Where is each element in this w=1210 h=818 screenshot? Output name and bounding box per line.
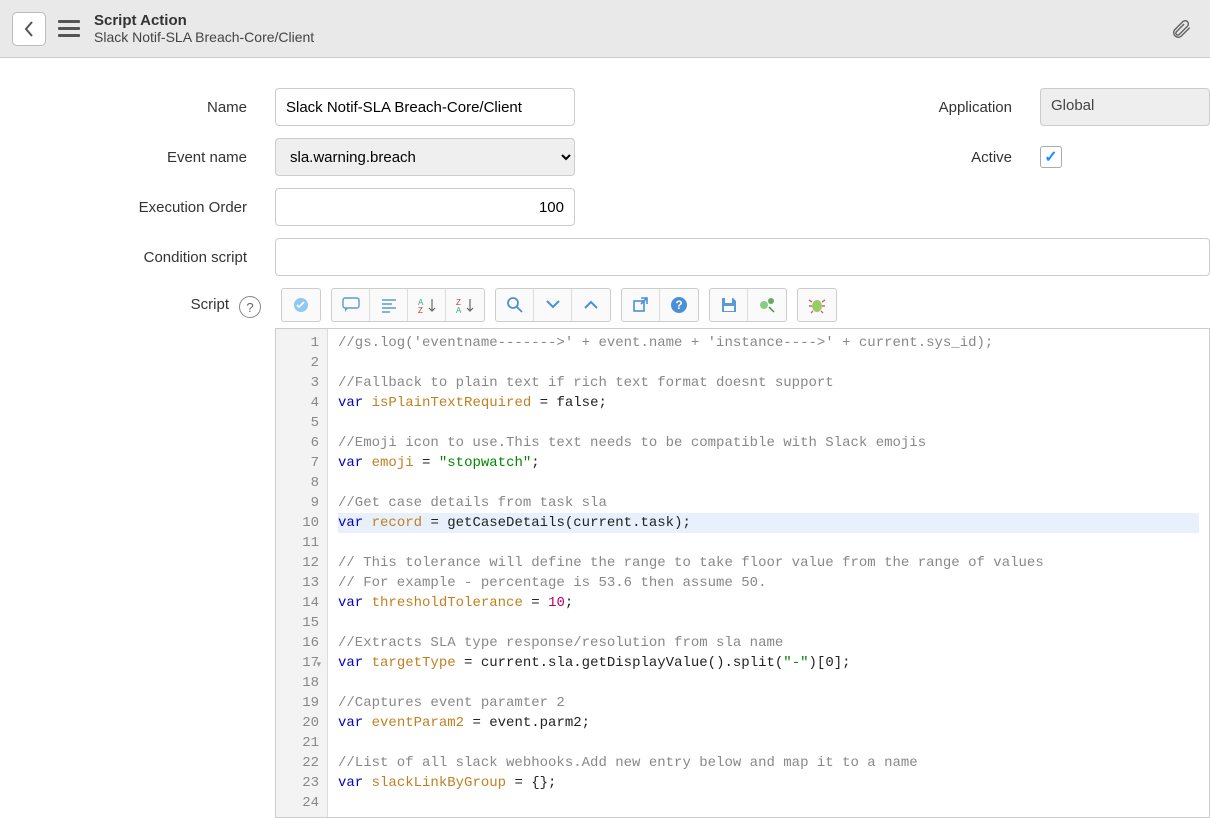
active-label: Active bbox=[575, 149, 1040, 166]
comment-button[interactable] bbox=[332, 289, 370, 321]
sort-asc-button[interactable]: AZ bbox=[408, 289, 446, 321]
save-icon bbox=[721, 297, 737, 313]
debug-icon bbox=[758, 296, 776, 314]
help-icon: ? bbox=[670, 296, 688, 314]
popout-button[interactable] bbox=[622, 289, 660, 321]
script-help-button[interactable]: ? bbox=[239, 296, 261, 318]
active-checkbox[interactable]: ✓ bbox=[1040, 146, 1062, 168]
syntax-check-button[interactable] bbox=[282, 289, 320, 321]
page-header: Script Action Slack Notif-SLA Breach-Cor… bbox=[0, 0, 1210, 58]
script-debug-button[interactable] bbox=[748, 289, 786, 321]
script-editor[interactable]: 1234567891011121314151617▾18192021222324… bbox=[275, 328, 1210, 818]
format-icon bbox=[380, 297, 398, 313]
event-name-select[interactable]: sla.warning.breach bbox=[275, 138, 575, 176]
editor-code[interactable]: //gs.log('eventname------->' + event.nam… bbox=[328, 329, 1209, 817]
event-name-label: Event name bbox=[0, 149, 275, 166]
record-name: Slack Notif-SLA Breach-Core/Client bbox=[94, 29, 1170, 45]
order-label: Execution Order bbox=[0, 199, 275, 216]
script-label: Script bbox=[191, 296, 229, 313]
name-input[interactable] bbox=[275, 88, 575, 126]
condition-label: Condition script bbox=[0, 249, 275, 266]
sort-za-icon: ZA bbox=[456, 297, 474, 313]
search-button[interactable] bbox=[496, 289, 534, 321]
editor-help-button[interactable]: ? bbox=[660, 289, 698, 321]
comment-icon bbox=[342, 297, 360, 313]
back-button[interactable] bbox=[12, 12, 46, 46]
trace-icon bbox=[808, 296, 826, 314]
svg-text:A: A bbox=[456, 306, 462, 313]
editor-save-button[interactable] bbox=[710, 289, 748, 321]
condition-input[interactable] bbox=[275, 238, 1210, 276]
form-body: Name Application Global Event name sla.w… bbox=[0, 58, 1210, 818]
popout-icon bbox=[633, 297, 649, 313]
syntax-check-icon bbox=[292, 296, 310, 314]
menu-button[interactable] bbox=[58, 20, 80, 37]
chevron-up-icon bbox=[584, 300, 598, 310]
svg-text:Z: Z bbox=[418, 306, 423, 313]
application-label: Application bbox=[575, 99, 1040, 116]
sort-desc-button[interactable]: ZA bbox=[446, 289, 484, 321]
header-title: Script Action Slack Notif-SLA Breach-Cor… bbox=[94, 12, 1170, 45]
record-type: Script Action bbox=[94, 12, 1170, 29]
sort-az-icon: AZ bbox=[418, 297, 436, 313]
editor-toolbar: AZ ZA ? bbox=[275, 288, 1210, 322]
attachment-button[interactable] bbox=[1170, 18, 1192, 40]
next-button[interactable] bbox=[534, 289, 572, 321]
paperclip-icon bbox=[1170, 18, 1192, 40]
search-icon bbox=[506, 296, 524, 314]
svg-text:?: ? bbox=[675, 298, 682, 312]
script-trace-button[interactable] bbox=[798, 289, 836, 321]
name-label: Name bbox=[0, 99, 275, 116]
format-button[interactable] bbox=[370, 289, 408, 321]
chevron-left-icon bbox=[24, 21, 34, 37]
editor-gutter: 1234567891011121314151617▾18192021222324 bbox=[276, 329, 328, 817]
order-input[interactable] bbox=[275, 188, 575, 226]
prev-button[interactable] bbox=[572, 289, 610, 321]
application-value: Global bbox=[1040, 88, 1210, 126]
chevron-down-icon bbox=[546, 300, 560, 310]
